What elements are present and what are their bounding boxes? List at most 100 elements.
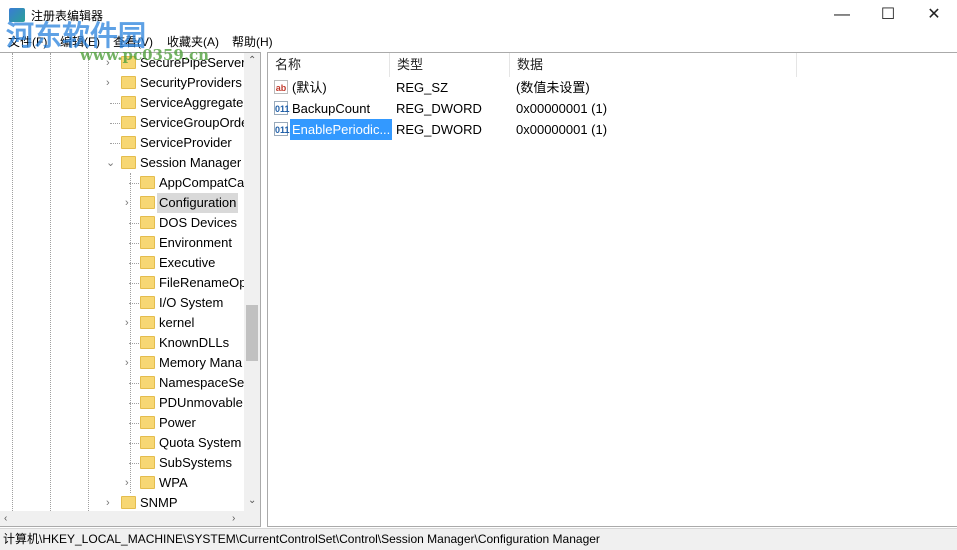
- tree-node[interactable]: ServiceProvider: [0, 133, 244, 153]
- folder-icon: [140, 396, 155, 409]
- scroll-up-icon[interactable]: ⌃: [248, 55, 256, 66]
- tree-node-label: NamespaceSe: [159, 375, 245, 390]
- tree-node[interactable]: Executive: [0, 253, 244, 273]
- chevron-right-icon[interactable]: ›: [125, 473, 135, 493]
- column-name[interactable]: 名称: [268, 53, 390, 77]
- string-value-icon: ab: [274, 80, 288, 94]
- tree-node-label: Executive: [159, 255, 216, 270]
- tree-connector: [129, 343, 139, 344]
- folder-icon: [121, 136, 136, 149]
- tree-node[interactable]: PDUnmovableI: [0, 393, 246, 413]
- tree-node[interactable]: I/O System: [0, 293, 244, 313]
- tree-connector: [110, 103, 120, 104]
- tree-node-label: kernel: [159, 315, 195, 330]
- tree-connector: [129, 283, 139, 284]
- tree-node[interactable]: SubSystems: [0, 453, 244, 473]
- tree-node-label: SecurityProviders: [140, 75, 242, 90]
- tree-node[interactable]: NamespaceSe: [0, 373, 244, 393]
- tree-node-label: DOS Devices: [159, 215, 238, 230]
- values-list[interactable]: 名称 类型 数据 ab (默认) REG_SZ (数值未设置) 011 BackupCou…: [267, 52, 957, 527]
- tree-connector: [129, 423, 139, 424]
- tree-connector: [129, 383, 139, 384]
- tree-node[interactable]: Quota System: [0, 433, 244, 453]
- tree-connector: [129, 183, 139, 184]
- folder-icon: [140, 416, 155, 429]
- tree-node[interactable]: › Memory Mana: [0, 353, 244, 373]
- folder-icon: [140, 456, 155, 469]
- folder-icon: [140, 256, 155, 269]
- tree-connector: [129, 403, 139, 404]
- binary-value-icon: 011: [274, 122, 290, 136]
- column-type[interactable]: 类型: [390, 53, 510, 77]
- tree-vertical-scrollbar[interactable]: ⌃ ⌄: [244, 53, 260, 511]
- tree-node[interactable]: FileRenameOp: [0, 273, 246, 293]
- tree-connector: [129, 243, 139, 244]
- close-button[interactable]: ✕: [911, 0, 957, 30]
- folder-icon: [121, 96, 136, 109]
- scroll-down-icon[interactable]: ⌄: [248, 495, 256, 506]
- tree-connector: [129, 463, 139, 464]
- scroll-left-icon[interactable]: ‹: [4, 513, 7, 524]
- tree-node[interactable]: DOS Devices: [0, 213, 244, 233]
- column-data[interactable]: 数据: [510, 53, 797, 77]
- tree-node-label: AppCompatCa: [159, 175, 245, 190]
- value-row[interactable]: 011 EnablePeriodic... REG_DWORD 0x00000001 …: [268, 119, 957, 140]
- tree-node-label: I/O System: [159, 295, 224, 310]
- tree-node-label: Session Manager: [140, 155, 242, 170]
- tree-node[interactable]: KnownDLLs: [0, 333, 244, 353]
- binary-value-icon: 011: [274, 101, 290, 115]
- tree-node[interactable]: › Configuration: [0, 193, 244, 213]
- tree-node[interactable]: ServiceAggregate: [0, 93, 244, 113]
- folder-icon: [140, 476, 155, 489]
- value-data: 0x00000001 (1): [516, 101, 608, 116]
- maximize-button[interactable]: ☐: [865, 0, 911, 30]
- registry-tree[interactable]: › SecurePipeServers › SecurityProviders Serv…: [0, 52, 261, 527]
- tree-connector: [110, 143, 120, 144]
- tree-node[interactable]: › SNMP: [0, 493, 244, 513]
- folder-icon: [140, 356, 155, 369]
- folder-icon: [140, 236, 155, 249]
- value-data: (数值未设置): [516, 80, 590, 95]
- chevron-right-icon[interactable]: ›: [125, 353, 135, 373]
- tree-connector: [129, 263, 139, 264]
- scroll-thumb[interactable]: [246, 305, 258, 361]
- chevron-down-icon[interactable]: ⌄: [106, 153, 116, 173]
- tree-horizontal-scrollbar[interactable]: ‹ ›: [0, 511, 260, 526]
- chevron-right-icon[interactable]: ›: [106, 493, 116, 513]
- tree-node[interactable]: AppCompatCa: [0, 173, 244, 193]
- value-row[interactable]: 011 BackupCount REG_DWORD 0x00000001 (1): [268, 98, 957, 119]
- tree-node[interactable]: ServiceGroupOrde: [0, 113, 248, 133]
- folder-icon: [140, 276, 155, 289]
- chevron-right-icon[interactable]: ›: [125, 313, 135, 333]
- folder-icon: [121, 76, 136, 89]
- value-data: 0x00000001 (1): [516, 122, 608, 137]
- scroll-right-icon[interactable]: ›: [232, 513, 235, 524]
- minimize-button[interactable]: —: [819, 0, 865, 30]
- tree-node[interactable]: › WPA: [0, 473, 244, 493]
- tree-node[interactable]: Power: [0, 413, 244, 433]
- status-bar-path: 计算机\HKEY_LOCAL_MACHINE\SYSTEM\CurrentCon…: [0, 528, 957, 550]
- folder-icon: [140, 296, 155, 309]
- value-type: REG_DWORD: [396, 122, 482, 137]
- tree-node[interactable]: Environment: [0, 233, 244, 253]
- value-type: REG_DWORD: [396, 101, 482, 116]
- folder-icon: [140, 316, 155, 329]
- menu-help[interactable]: 帮助(H): [232, 33, 273, 50]
- value-row[interactable]: ab (默认) REG_SZ (数值未设置): [268, 77, 957, 98]
- tree-node-label: SNMP: [140, 495, 178, 510]
- value-type: REG_SZ: [396, 80, 449, 95]
- folder-icon: [140, 196, 155, 209]
- tree-node-label: ServiceAggregate: [140, 95, 244, 110]
- tree-node[interactable]: ⌄ Session Manager: [0, 153, 244, 173]
- tree-node-label: Configuration: [157, 193, 239, 213]
- folder-icon: [140, 336, 155, 349]
- folder-icon: [121, 156, 136, 169]
- chevron-right-icon[interactable]: ›: [106, 73, 116, 93]
- tree-node-label: ServiceProvider: [140, 135, 232, 150]
- tree-node[interactable]: › kernel: [0, 313, 244, 333]
- value-name: EnablePeriodic...: [290, 119, 393, 140]
- chevron-right-icon[interactable]: ›: [125, 193, 135, 213]
- tree-node[interactable]: › SecurityProviders: [0, 73, 244, 93]
- folder-icon: [121, 496, 136, 509]
- folder-icon: [140, 436, 155, 449]
